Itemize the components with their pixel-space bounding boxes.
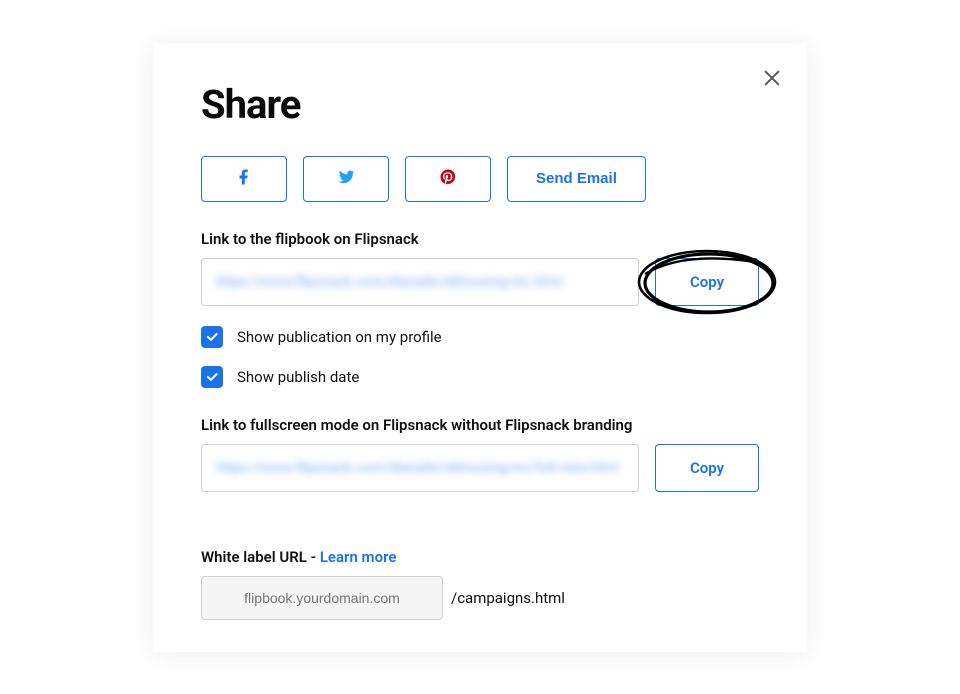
modal-title: Share	[201, 81, 759, 128]
social-share-row: Send Email	[201, 156, 759, 202]
pinterest-share-button[interactable]	[405, 156, 491, 202]
show-publish-date-checkbox[interactable]	[201, 366, 223, 388]
whitelabel-label: White label URL - Learn more	[201, 548, 759, 566]
facebook-share-button[interactable]	[201, 156, 287, 202]
show-on-profile-checkbox[interactable]	[201, 326, 223, 348]
fullscreen-link-value: https://www.flipsnack.com/dianaile/okhou…	[216, 460, 618, 476]
fullscreen-link-label: Link to fullscreen mode on Flipsnack wit…	[201, 416, 759, 434]
flipbook-link-input[interactable]: https://www.flipsnack.com/dianaile/okhou…	[201, 258, 639, 306]
twitter-share-button[interactable]	[303, 156, 389, 202]
learn-more-link[interactable]: Learn more	[320, 548, 397, 566]
show-publish-date-label: Show publish date	[237, 368, 359, 386]
send-email-button[interactable]: Send Email	[507, 156, 646, 202]
flipbook-link-label: Link to the flipbook on Flipsnack	[201, 230, 759, 248]
whitelabel-path: /campaigns.html	[451, 589, 565, 607]
whitelabel-domain-input[interactable]	[201, 576, 443, 620]
twitter-icon	[336, 167, 356, 190]
copy-fullscreen-link-button[interactable]: Copy	[655, 444, 759, 492]
close-button[interactable]	[761, 67, 783, 89]
show-on-profile-label: Show publication on my profile	[237, 328, 442, 346]
copy-flipbook-link-button[interactable]: Copy	[655, 258, 759, 306]
flipbook-link-value: https://www.flipsnack.com/dianaile/okhou…	[216, 274, 562, 290]
send-email-label: Send Email	[514, 170, 639, 187]
fullscreen-link-input[interactable]: https://www.flipsnack.com/dianaile/okhou…	[201, 444, 639, 492]
facebook-icon	[235, 168, 253, 189]
share-modal: Share Send Email Link to the flipbook on…	[153, 43, 807, 652]
pinterest-icon	[439, 168, 457, 189]
